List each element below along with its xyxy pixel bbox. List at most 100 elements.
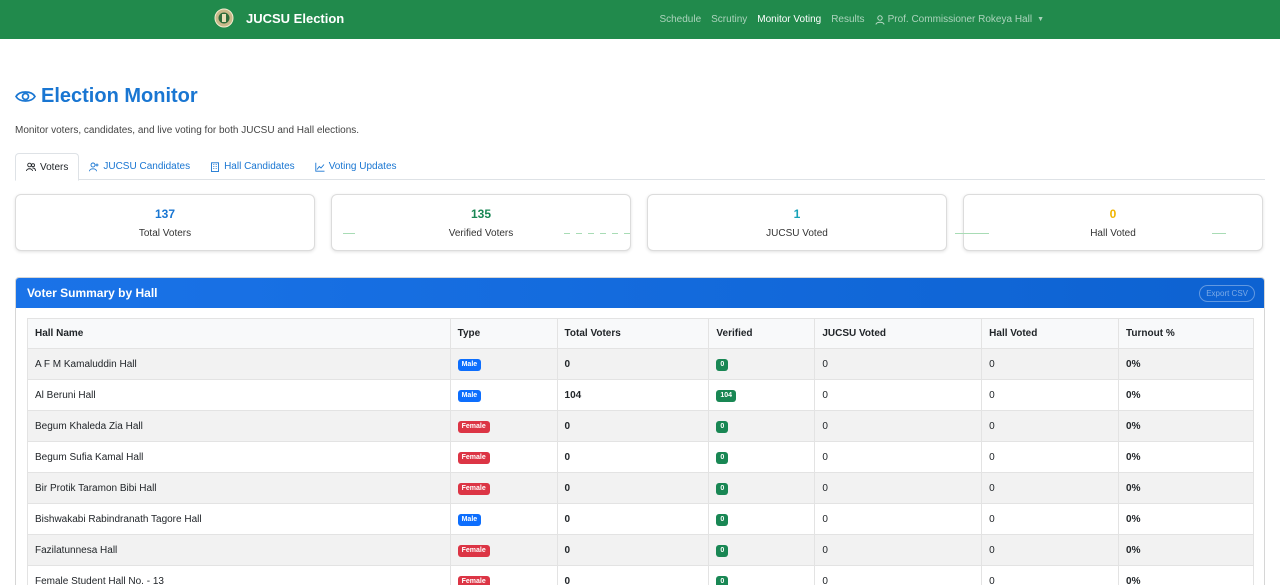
table-row: Begum Sufia Kamal Hall Female 0 0 0 0 0% [27, 441, 1254, 473]
column-header-type[interactable]: Type [449, 318, 558, 349]
monitor-tabs: Voters JUCSU Candidates Hall Candidates … [15, 153, 1265, 181]
tab-voting-updates-label: Voting Updates [328, 161, 397, 172]
users-icon [26, 162, 36, 172]
hall-name-cell: Female Student Hall No. - 13 [27, 565, 451, 585]
page-title-text: Election Monitor [41, 85, 198, 107]
turnout-cell: 0% [1118, 534, 1254, 566]
column-header-hall-voted[interactable]: Hall Voted [981, 318, 1120, 349]
hall-type-badge: Male [457, 358, 482, 371]
nav-link-schedule[interactable]: Schedule [659, 14, 701, 25]
nav-link-scrutiny[interactable]: Scrutiny [711, 14, 747, 25]
hall-voted-cell: 0 [981, 348, 1120, 380]
decorative-line [564, 233, 630, 234]
voter-summary-title: Voter Summary by Hall [27, 286, 158, 300]
caret-down-icon: ▼ [1037, 16, 1044, 23]
stat-value: 135 [470, 207, 492, 221]
hall-name-cell: Bir Protik Taramon Bibi Hall [27, 472, 451, 504]
table-header-row: Hall Name Type Total Voters Verified JUC… [27, 318, 1254, 349]
brand-name: JUCSU Election [246, 10, 345, 26]
turnout-cell: 0% [1118, 472, 1254, 504]
total-voters-cell: 0 [556, 348, 710, 380]
table-row: Fazilatunnesa Hall Female 0 0 0 0 0% [27, 534, 1254, 566]
column-header-hall-name[interactable]: Hall Name [27, 318, 451, 349]
stat-value: 1 [793, 207, 801, 221]
hall-type-badge: Female [457, 544, 490, 557]
verified-badge: 0 [716, 544, 729, 557]
jucsu-voted-cell: 0 [814, 348, 983, 380]
jucsu-voted-cell: 0 [814, 503, 983, 535]
column-header-jucsu-voted[interactable]: JUCSU Voted [814, 318, 983, 349]
tab-jucsu-candidates-label: JUCSU Candidates [103, 161, 191, 172]
turnout-cell: 0% [1118, 441, 1254, 473]
hall-type-badge: Male [457, 389, 482, 402]
page-title: Election Monitor [15, 85, 198, 108]
turnout-cell: 0% [1118, 379, 1254, 411]
university-logo-icon [214, 8, 234, 28]
tab-hall-candidates-label: Hall Candidates [224, 161, 295, 172]
stat-value: 0 [1109, 207, 1117, 221]
hall-voted-cell: 0 [981, 379, 1120, 411]
column-header-total-voters[interactable]: Total Voters [556, 318, 710, 349]
tab-hall-candidates[interactable]: Hall Candidates [200, 153, 305, 180]
hall-voted-cell: 0 [981, 410, 1120, 442]
stat-card-verified-voters: 135 Verified Voters [331, 194, 631, 251]
verified-badge: 0 [716, 451, 729, 464]
total-voters-cell: 0 [556, 441, 710, 473]
table-row: A F M Kamaluddin Hall Male 0 0 0 0 0% [27, 348, 1254, 380]
jucsu-voted-cell: 0 [814, 565, 983, 585]
table-row: Begum Khaleda Zia Hall Female 0 0 0 0 0% [27, 410, 1254, 442]
export-csv-button[interactable]: Export CSV [1199, 284, 1255, 302]
top-navbar: JUCSU Election Schedule Scrutiny Monitor… [0, 0, 1280, 39]
jucsu-voted-cell: 0 [814, 472, 983, 504]
hall-voted-cell: 0 [981, 503, 1120, 535]
user-plus-icon [89, 162, 99, 171]
verified-badge: 0 [716, 482, 729, 495]
tab-jucsu-candidates[interactable]: JUCSU Candidates [79, 153, 200, 180]
turnout-cell: 0% [1118, 503, 1254, 535]
building-icon [211, 161, 220, 172]
hall-name-cell: A F M Kamaluddin Hall [27, 348, 451, 380]
hall-type-badge: Female [457, 451, 490, 464]
jucsu-voted-cell: 0 [814, 410, 983, 442]
nav-link-monitor-voting[interactable]: Monitor Voting [757, 14, 821, 25]
voter-summary-header: Voter Summary by Hall Export CSV [16, 278, 1264, 308]
hall-name-cell: Begum Khaleda Zia Hall [27, 410, 451, 442]
hall-name-cell: Fazilatunnesa Hall [27, 534, 451, 566]
jucsu-voted-cell: 0 [814, 441, 983, 473]
hall-type-badge: Female [457, 482, 490, 495]
tab-voters[interactable]: Voters [15, 153, 80, 181]
user-icon [875, 14, 885, 25]
hall-type-badge: Female [457, 420, 490, 433]
tab-voting-updates[interactable]: Voting Updates [305, 153, 407, 180]
page-subtitle: Monitor voters, candidates, and live vot… [15, 125, 360, 136]
user-menu-toggle[interactable]: Prof. Commissioner Rokeya Hall ▼ [875, 14, 1044, 25]
decorative-line [955, 233, 989, 234]
total-voters-cell: 0 [556, 472, 710, 504]
table-row: Bishwakabi Rabindranath Tagore Hall Male… [27, 503, 1254, 535]
turnout-cell: 0% [1118, 410, 1254, 442]
verified-badge: 104 [716, 389, 737, 402]
total-voters-cell: 0 [556, 534, 710, 566]
nav-links: Schedule Scrutiny Monitor Voting Results… [649, 0, 1044, 39]
chart-line-icon [315, 162, 325, 172]
table-row: Al Beruni Hall Male 104 104 0 0 0% [27, 379, 1254, 411]
hall-type-badge: Female [457, 575, 490, 585]
table-row: Bir Protik Taramon Bibi Hall Female 0 0 … [27, 472, 1254, 504]
total-voters-cell: 0 [556, 410, 710, 442]
stat-label: JUCSU Voted [766, 228, 828, 239]
verified-badge: 0 [716, 420, 729, 433]
hall-voted-cell: 0 [981, 565, 1120, 585]
nav-link-results[interactable]: Results [831, 14, 864, 25]
column-header-turnout[interactable]: Turnout % [1118, 318, 1254, 349]
hall-name-cell: Al Beruni Hall [27, 379, 451, 411]
voter-summary-card: Voter Summary by Hall Export CSV Hall Na… [15, 277, 1265, 585]
total-voters-cell: 0 [556, 565, 710, 585]
verified-badge: 0 [716, 575, 729, 585]
tab-voters-label: Voters [40, 161, 69, 173]
decorative-line [1212, 233, 1226, 234]
brand[interactable]: JUCSU Election [214, 6, 344, 30]
total-voters-cell: 0 [556, 503, 710, 535]
decorative-line [343, 233, 355, 234]
column-header-verified[interactable]: Verified [708, 318, 816, 349]
stat-label: Total Voters [138, 228, 192, 239]
